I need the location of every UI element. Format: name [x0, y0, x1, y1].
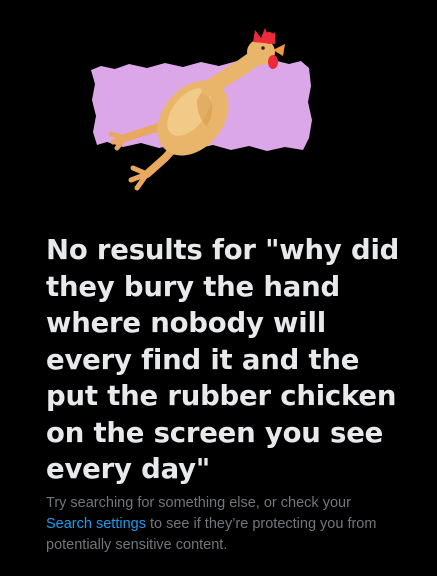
- search-empty-state: No results for "why did they bury the ha…: [0, 0, 437, 576]
- search-settings-link[interactable]: Search settings: [46, 516, 146, 532]
- empty-state-message: Try searching for something else, or che…: [46, 493, 386, 556]
- rubber-chicken-icon: [91, 28, 312, 191]
- message-text-before-link: Try searching for something else, or che…: [46, 495, 351, 511]
- empty-state-heading: No results for "why did they bury the ha…: [46, 234, 400, 485]
